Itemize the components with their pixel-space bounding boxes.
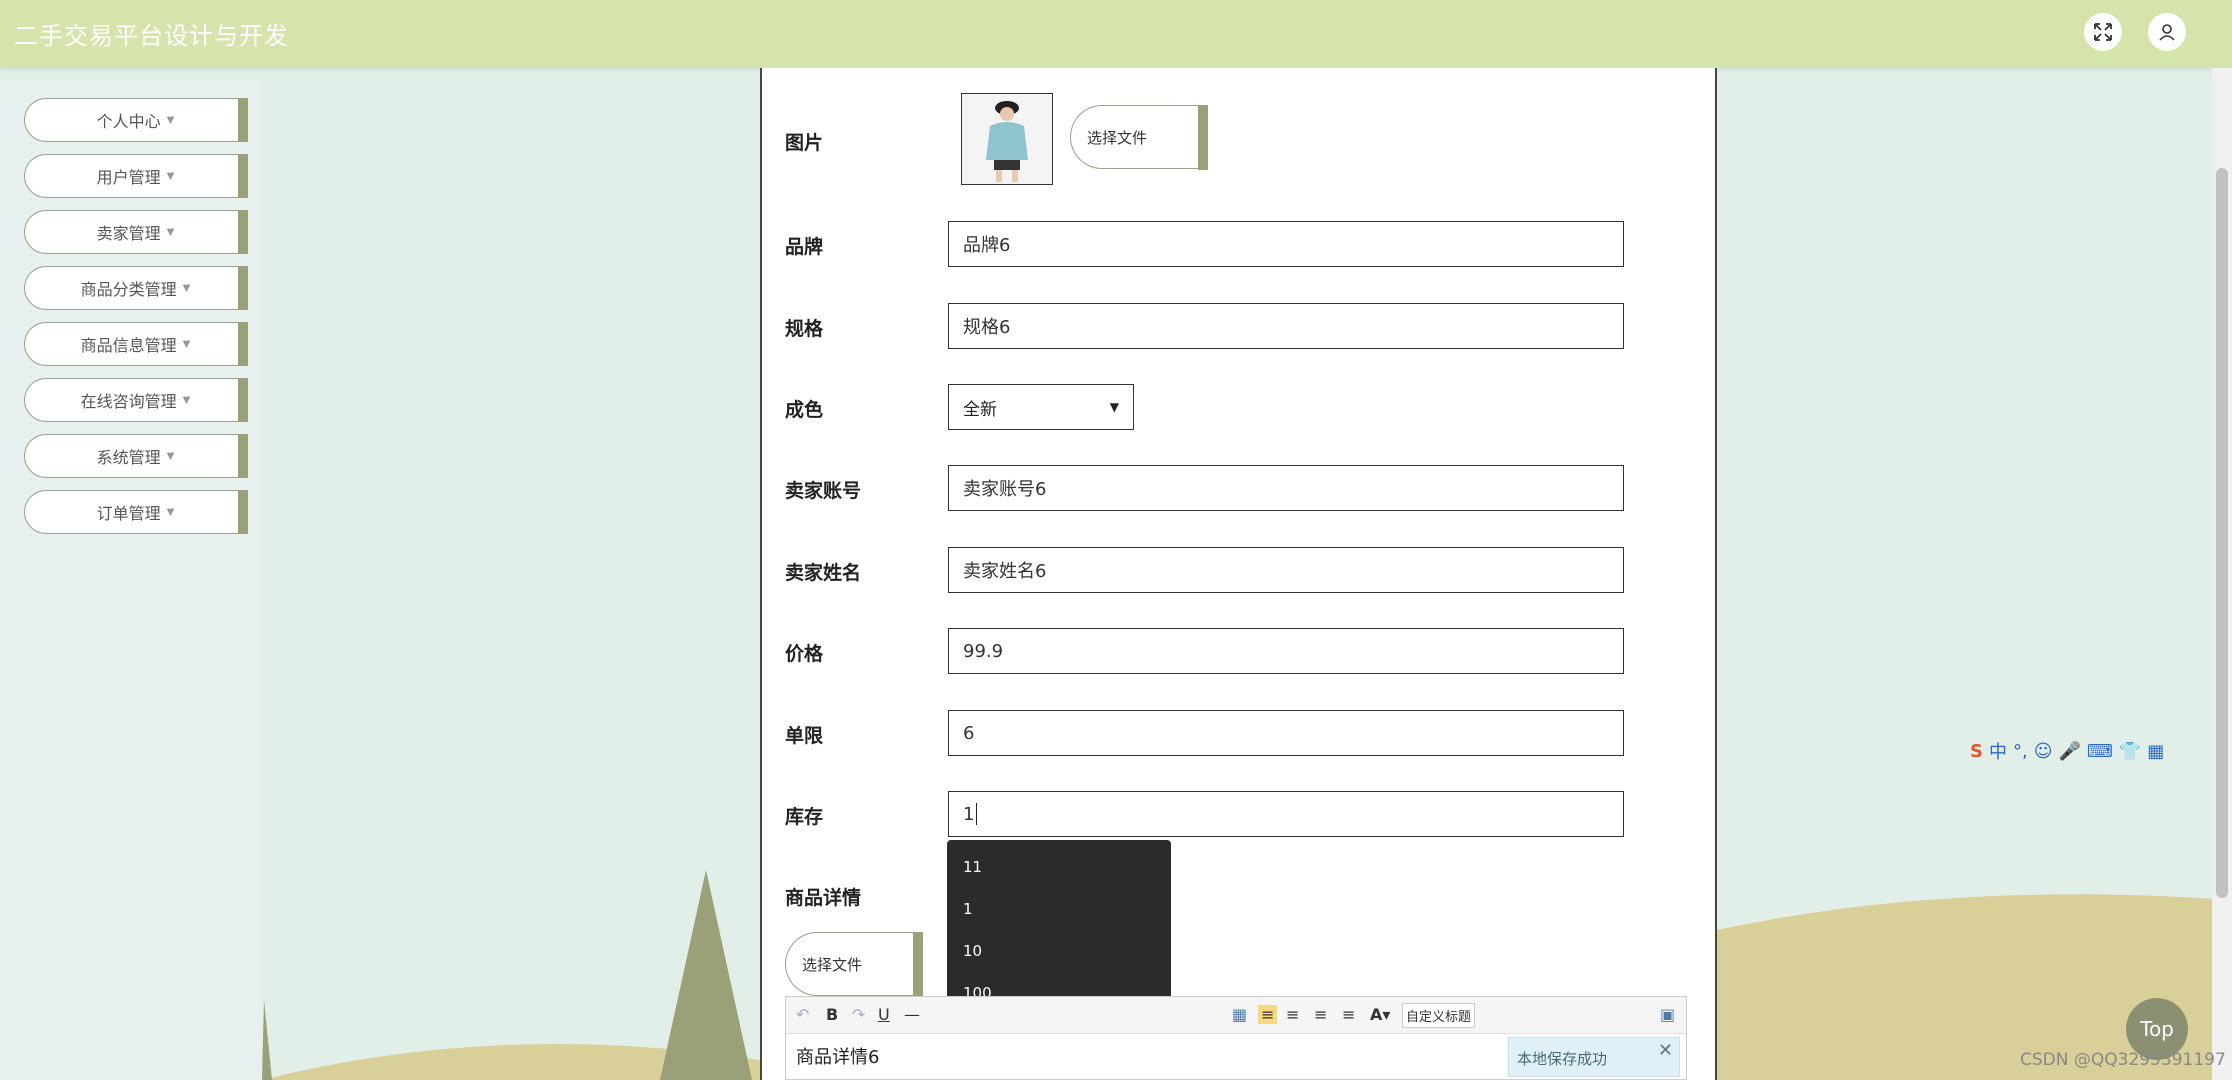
rich-text-editor[interactable]: ↶ B ↷ U — ▦ ≡ ≡ ≡ ≡ A▾ 自定义标题 ▣ 商品详情6 本地保… <box>785 996 1687 1080</box>
close-icon[interactable]: ✕ <box>1658 1040 1673 1061</box>
ime-emoji-icon[interactable]: ☺ <box>2034 741 2053 762</box>
redo-icon[interactable]: ↷ <box>852 1005 865 1024</box>
caret-down-icon: ▼ <box>166 506 175 518</box>
undo-icon[interactable]: ↶ <box>796 1005 809 1024</box>
custom-title-select[interactable]: 自定义标题 <box>1402 1003 1476 1028</box>
sidebar-item-consult-management[interactable]: 在线咨询管理 ▼ <box>24 378 248 422</box>
chevron-down-icon: ▼ <box>1109 400 1119 414</box>
choose-image-file-button[interactable]: 选择文件 <box>1070 105 1208 170</box>
align-justify-icon[interactable]: ≡ <box>1342 1005 1355 1024</box>
ime-punctuation-icon[interactable]: °, <box>2013 741 2028 762</box>
editor-toolbar: ↶ B ↷ U — ▦ ≡ ≡ ≡ ≡ A▾ 自定义标题 ▣ <box>786 997 1686 1034</box>
fullscreen-icon[interactable] <box>2084 13 2122 51</box>
image-label: 图片 <box>785 132 824 154</box>
sidebar-item-user-management[interactable]: 用户管理 ▼ <box>24 154 248 198</box>
underline-icon[interactable]: U <box>878 1005 890 1024</box>
app-title: 二手交易平台设计与开发 <box>14 22 289 50</box>
csdn-watermark: CSDN @QQ3295391197 <box>2020 1050 2226 1070</box>
top-header: 二手交易平台设计与开发 <box>0 0 2232 68</box>
ime-keyboard-icon[interactable]: ⌨ <box>2087 741 2113 762</box>
caret-down-icon: ▼ <box>166 226 175 238</box>
product-image-thumbnail <box>961 93 1053 185</box>
caret-down-icon: ▼ <box>166 450 175 462</box>
sidebar-item-system-management[interactable]: 系统管理 ▼ <box>24 434 248 478</box>
sidebar-item-category-management[interactable]: 商品分类管理 ▼ <box>24 266 248 310</box>
fullscreen-editor-icon[interactable]: ▣ <box>1660 1005 1675 1024</box>
autocomplete-option[interactable]: 1 <box>963 900 973 918</box>
table-icon[interactable]: ▦ <box>1232 1005 1247 1024</box>
brand-label: 品牌 <box>785 236 824 258</box>
caret-down-icon: ▼ <box>166 170 175 182</box>
condition-label: 成色 <box>785 399 824 421</box>
bold-icon[interactable]: B <box>826 1005 838 1024</box>
ime-skin-icon[interactable]: 👕 <box>2119 741 2141 762</box>
page-scrollbar[interactable] <box>2212 68 2232 1080</box>
caret-down-icon: ▼ <box>166 114 175 126</box>
caret-down-icon: ▼ <box>182 394 191 406</box>
autocomplete-option[interactable]: 11 <box>963 858 982 876</box>
stock-label: 库存 <box>785 806 824 828</box>
sidebar: 个人中心 ▼ 用户管理 ▼ 卖家管理 ▼ 商品分类管理 ▼ 商品信息管理 ▼ 在线咨询管理… <box>0 80 262 1080</box>
sidebar-item-personal-center[interactable]: 个人中心 ▼ <box>24 98 248 142</box>
user-icon[interactable] <box>2148 13 2186 51</box>
ime-language-icon[interactable]: 中 <box>1989 738 2007 764</box>
font-color-icon[interactable]: A▾ <box>1370 1005 1390 1024</box>
brand-input[interactable]: 品牌6 <box>948 221 1624 267</box>
detail-label: 商品详情 <box>785 887 862 909</box>
sogou-logo-icon: S <box>1970 740 1983 762</box>
ime-voice-icon[interactable]: 🎤 <box>2058 741 2080 762</box>
price-label: 价格 <box>785 643 824 665</box>
align-right-icon[interactable]: ≡ <box>1286 1005 1299 1024</box>
align-left-icon[interactable]: ≡ <box>1258 1005 1278 1024</box>
seller-account-label: 卖家账号 <box>785 480 862 502</box>
limit-label: 单限 <box>785 725 824 747</box>
spec-label: 规格 <box>785 318 824 340</box>
limit-input[interactable]: 6 <box>948 710 1624 756</box>
price-input[interactable]: 99.9 <box>948 628 1624 674</box>
local-save-notice: 本地保存成功 ✕ <box>1508 1037 1680 1077</box>
seller-account-input[interactable]: 卖家账号6 <box>948 465 1624 511</box>
ime-toolbar: S 中 °, ☺ 🎤 ⌨ 👕 ▦ <box>1970 736 2164 766</box>
seller-name-input[interactable]: 卖家姓名6 <box>948 547 1624 593</box>
scrollbar-thumb[interactable] <box>2216 168 2228 898</box>
ime-grid-icon[interactable]: ▦ <box>2147 741 2164 762</box>
sidebar-item-order-management[interactable]: 订单管理 ▼ <box>24 490 248 534</box>
editor-content[interactable]: 商品详情6 <box>796 1043 879 1069</box>
align-center-icon[interactable]: ≡ <box>1314 1005 1327 1024</box>
horizontal-rule-icon[interactable]: — <box>904 1005 920 1024</box>
condition-select[interactable]: 全新 ▼ <box>948 384 1134 430</box>
seller-name-label: 卖家姓名 <box>785 562 862 584</box>
caret-down-icon: ▼ <box>182 282 191 294</box>
sidebar-item-product-management[interactable]: 商品信息管理 ▼ <box>24 322 248 366</box>
product-form-panel: 图片 选择文件 品牌 品牌6 规格 规格6 成色 全新 ▼ 卖家账号 卖家账号6 … <box>760 68 1717 1080</box>
stock-input[interactable]: 1 <box>948 791 1624 837</box>
autocomplete-option[interactable]: 10 <box>963 942 982 960</box>
spec-input[interactable]: 规格6 <box>948 303 1624 349</box>
choose-detail-file-button[interactable]: 选择文件 <box>785 932 923 997</box>
sidebar-item-seller-management[interactable]: 卖家管理 ▼ <box>24 210 248 254</box>
caret-down-icon: ▼ <box>182 338 191 350</box>
